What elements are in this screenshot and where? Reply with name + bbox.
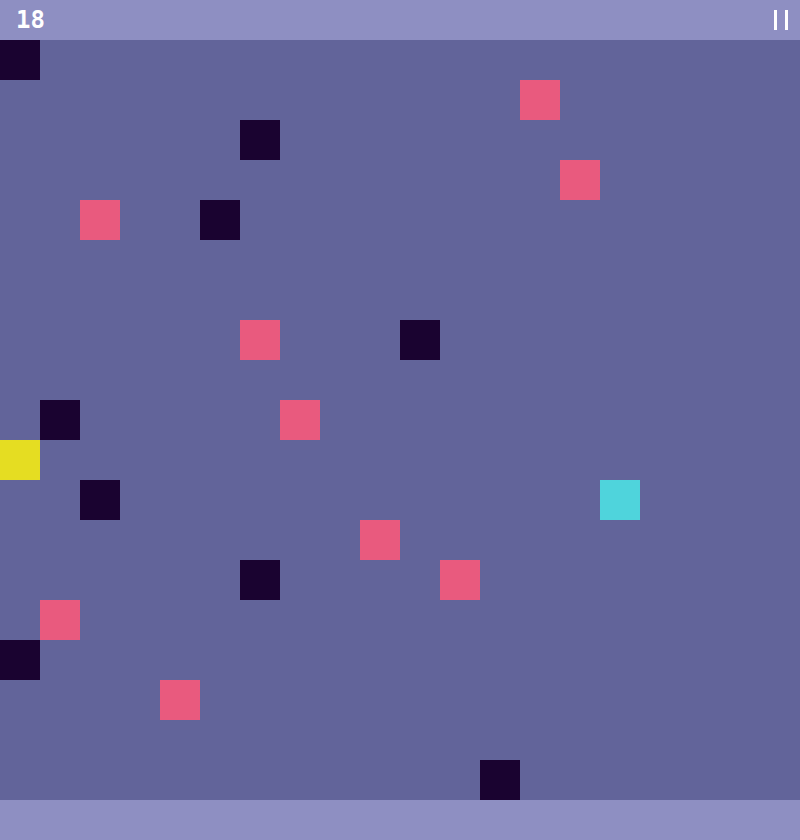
score: 18 (16, 8, 45, 32)
hazard-block (280, 400, 320, 440)
wall-block (80, 480, 120, 520)
bottom-bar (0, 800, 800, 840)
top-bar: 18 (0, 0, 800, 40)
wall-block (400, 320, 440, 360)
wall-block (0, 40, 40, 80)
player-block (0, 440, 40, 480)
wall-block (0, 640, 40, 680)
hazard-block (440, 560, 480, 600)
hazard-block (40, 600, 80, 640)
hazard-block (160, 680, 200, 720)
hazard-block (560, 160, 600, 200)
hazard-block (360, 520, 400, 560)
hazard-block (80, 200, 120, 240)
pause-icon[interactable] (774, 10, 788, 30)
wall-block (40, 400, 80, 440)
game-screen: 18 (0, 0, 800, 840)
wall-block (200, 200, 240, 240)
hazard-block (240, 320, 280, 360)
goal-block (600, 480, 640, 520)
wall-block (480, 760, 520, 800)
wall-block (240, 120, 280, 160)
hazard-block (520, 80, 560, 120)
wall-block (240, 560, 280, 600)
game-board[interactable] (0, 40, 800, 800)
